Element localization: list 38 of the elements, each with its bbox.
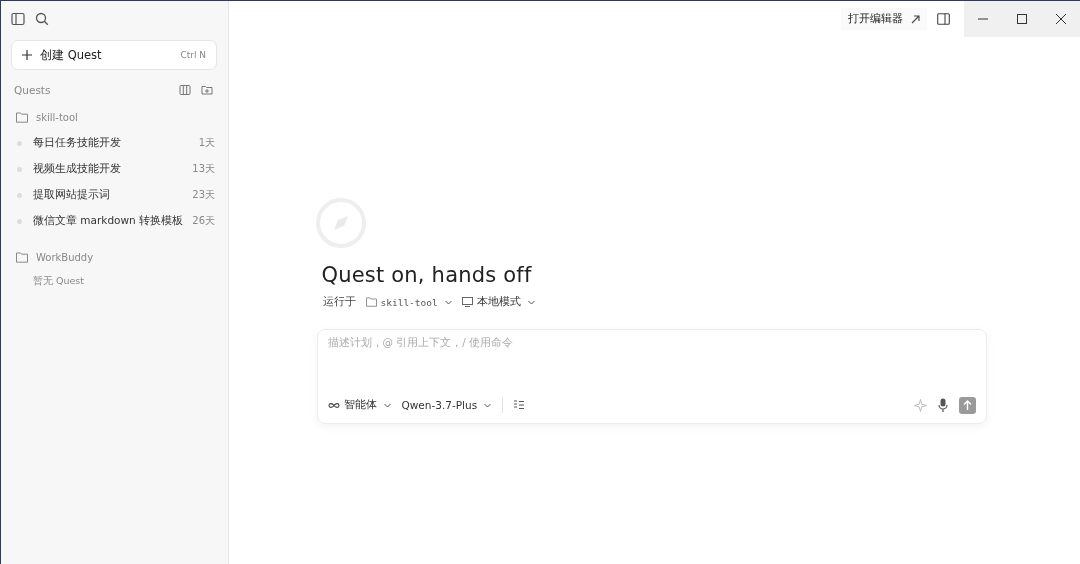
agent-dropdown[interactable]: 智能体 xyxy=(327,398,391,412)
infinity-icon xyxy=(327,401,340,409)
quest-item[interactable]: 微信文章 markdown 转换模板 26天 xyxy=(11,208,217,234)
workspace-dropdown[interactable]: skill-tool xyxy=(365,296,452,308)
model-dropdown[interactable]: Qwen-3.7-Plus xyxy=(401,399,492,411)
plus-icon xyxy=(22,50,32,60)
quest-item[interactable]: 视频生成技能开发 13天 xyxy=(11,156,217,182)
composer-panel[interactable]: 描述计划，@ 引用上下文，/ 使用命令 智能体 Qwen-3.7-Plus xyxy=(316,329,987,424)
create-quest-button[interactable]: 创建 Quest Ctrl N xyxy=(11,40,217,70)
folder-icon xyxy=(16,251,28,263)
send-button[interactable] xyxy=(958,396,976,414)
arrow-icon xyxy=(911,14,920,24)
shortcut-hint: Ctrl N xyxy=(180,50,206,60)
new-folder-icon[interactable] xyxy=(201,84,213,96)
run-label: 运行于 xyxy=(322,295,356,309)
chevron-icon xyxy=(527,299,535,305)
search-icon[interactable] xyxy=(35,12,49,26)
monitor-icon xyxy=(461,297,473,307)
list-icon[interactable] xyxy=(514,400,525,410)
microphone-icon[interactable] xyxy=(937,398,948,412)
sidebar-toggle-icon[interactable] xyxy=(11,12,25,26)
section-title: Quests xyxy=(14,84,52,96)
folder-icon xyxy=(365,297,377,307)
quest-item[interactable]: 每日任务技能开发 1天 xyxy=(11,130,217,156)
mode-dropdown[interactable]: 本地模式 xyxy=(461,295,535,309)
close-icon[interactable] xyxy=(1055,14,1066,24)
panel-toggle-icon[interactable] xyxy=(937,13,950,25)
hero-title: Quest on, hands off xyxy=(321,263,533,287)
chevron-icon xyxy=(383,402,391,408)
chevron-icon xyxy=(444,299,452,305)
quest-item[interactable]: 提取网站提示词 23天 xyxy=(11,182,217,208)
maximize-icon[interactable] xyxy=(1017,14,1027,24)
open-editor-button[interactable]: 打开编辑器 xyxy=(841,8,927,30)
folder-item[interactable]: skill-tool xyxy=(11,104,217,130)
chevron-icon xyxy=(484,402,492,408)
folder-icon xyxy=(16,111,28,123)
columns-icon[interactable] xyxy=(179,84,191,96)
empty-text: 暂无 Quest xyxy=(32,274,86,288)
